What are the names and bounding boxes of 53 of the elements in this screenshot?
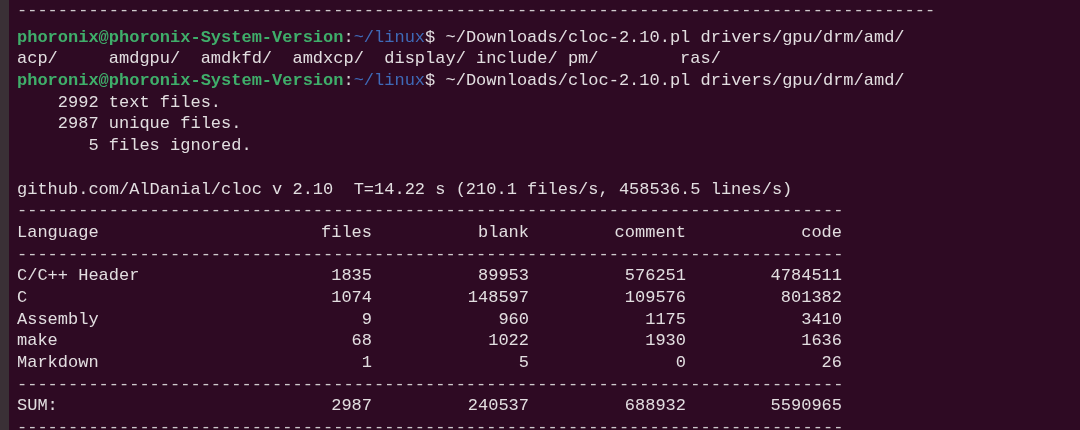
table-cell: 1930	[645, 331, 686, 351]
table-cell: Markdown	[17, 353, 99, 372]
output-text: 5 files ignored.	[87, 136, 252, 156]
dashed-rule: ---------------------------------------------------------------------------------	[17, 244, 844, 264]
dashed-rule: ------------------------------------------------------------------------------------------	[17, 1, 936, 20]
table-cell: 89953	[478, 266, 529, 286]
prompt-user-host: phoronix@phoronix-System-Version	[17, 71, 344, 91]
table-cell: 68	[351, 331, 372, 351]
table-cell: 0	[675, 353, 686, 372]
table-cell: 5590965	[770, 396, 842, 416]
prompt-path: ~/linux	[353, 27, 426, 47]
output-text: github.com/AlDanial/cloc v 2.10 T=14.22 s (210.1 files/s, 458536.5 lines/s)	[17, 179, 793, 199]
table-cell: 1636	[801, 331, 842, 351]
dashed-rule: ---------------------------------------------------------------------------------	[17, 201, 844, 221]
table-cell: 960	[498, 309, 529, 329]
table-cell: files	[321, 222, 372, 242]
table-cell: 576251	[624, 266, 686, 286]
table-cell: 801382	[780, 287, 842, 307]
dashed-rule: ---------------------------------------------------------------------------------	[17, 418, 844, 430]
table-cell: 148597	[467, 287, 529, 307]
prompt-user-host: phoronix@phoronix-System-Version	[17, 27, 344, 47]
table-cell: SUM:	[17, 396, 58, 416]
table-cell: C/C++ Header	[17, 266, 140, 286]
table-cell: 1074	[331, 287, 372, 307]
table-cell: 1175	[645, 309, 686, 329]
table-cell: C	[17, 287, 28, 307]
table-cell: 5	[518, 353, 529, 372]
table-cell: 26	[821, 353, 842, 372]
table-cell: 240537	[467, 396, 529, 416]
table-cell: 3410	[801, 309, 842, 329]
prompt-separator: :	[343, 71, 354, 91]
table-cell: Language	[17, 222, 99, 242]
table-cell: 9	[361, 309, 372, 329]
table-cell: 2987	[331, 396, 372, 416]
dashed-rule: ---------------------------------------------------------------------------------	[17, 374, 844, 394]
table-cell: 688932	[624, 396, 686, 416]
table-cell: comment	[614, 222, 686, 242]
table-cell: 1	[361, 353, 372, 372]
table-cell: 1835	[331, 266, 372, 286]
table-cell: make	[17, 331, 58, 351]
output-text: acp/ amdgpu/ amdkfd/ amdxcp/ display/ include/ pm/ ras/	[17, 49, 721, 69]
table-cell: blank	[478, 222, 529, 242]
table-cell: 109576	[624, 287, 686, 307]
table-cell: 1022	[488, 331, 529, 351]
prompt-separator: :	[343, 27, 354, 47]
table-cell: Assembly	[17, 309, 99, 329]
output-text: 2987 unique files.	[56, 114, 242, 134]
output-text: 2992 text files.	[56, 92, 222, 112]
command-text: $ ~/Downloads/cloc-2.10.pl drivers/gpu/drm/amd/	[425, 71, 905, 91]
prompt-path: ~/linux	[353, 71, 426, 91]
command-text: $ ~/Downloads/cloc-2.10.pl drivers/gpu/drm/amd/	[425, 27, 905, 47]
table-cell: 4784511	[770, 266, 842, 286]
table-cell: code	[801, 222, 842, 242]
